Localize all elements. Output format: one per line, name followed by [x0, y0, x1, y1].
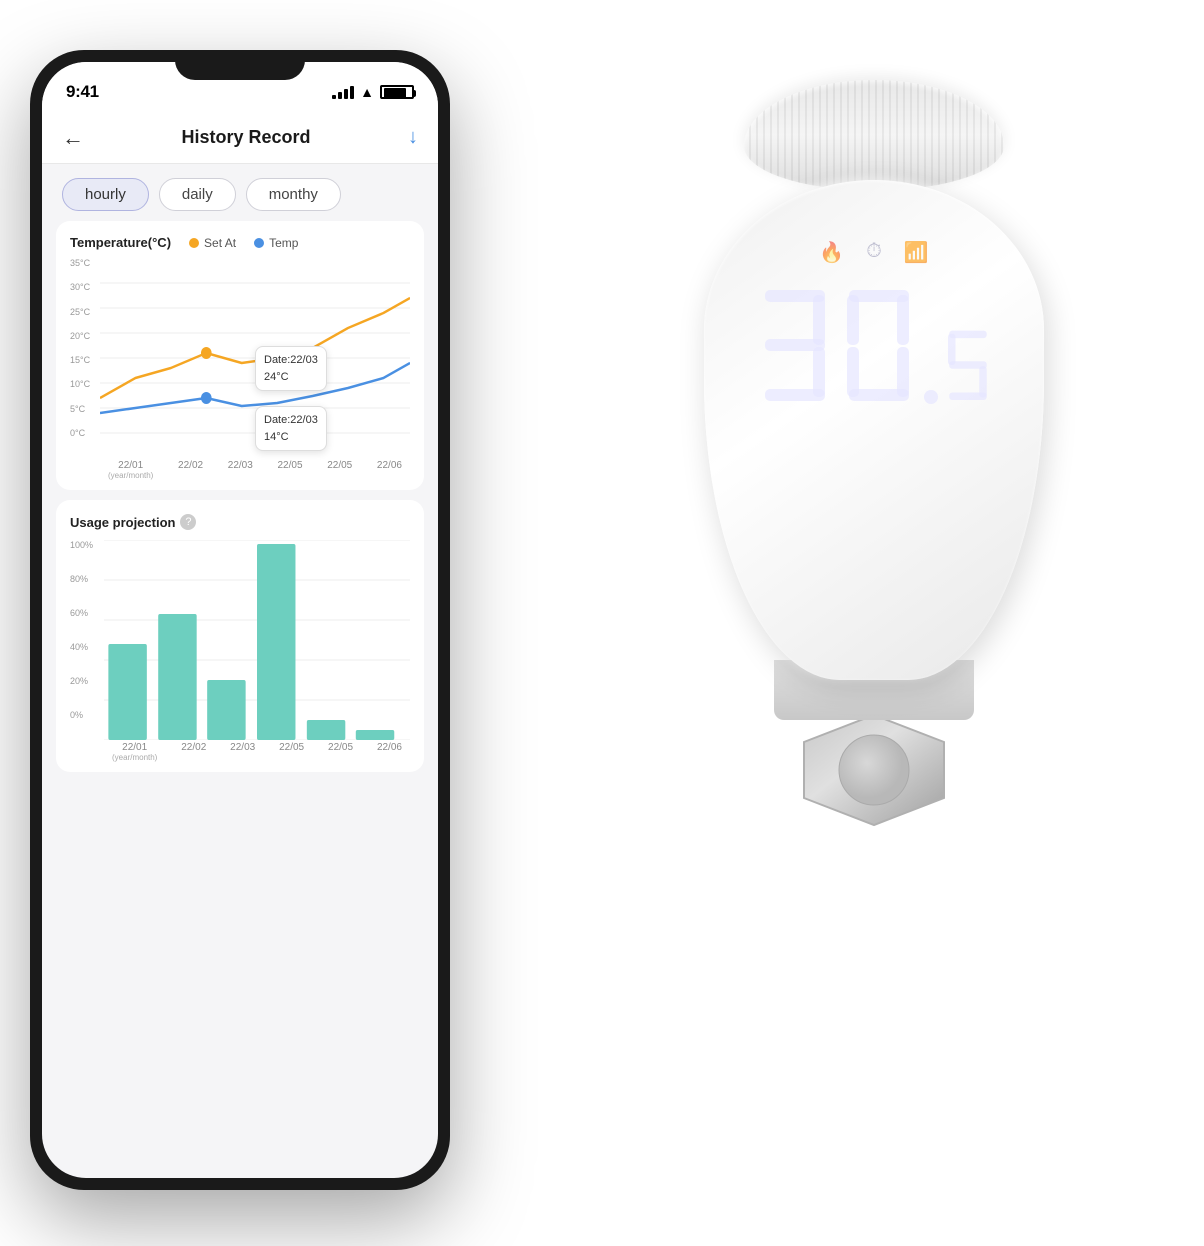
usage-x-label-2: 22/03: [230, 742, 255, 762]
bar-chart-area: 100%80%60%40%20%0%: [70, 540, 410, 740]
y-axis-labels-usage: 100%80%60%40%20%0%: [70, 540, 104, 720]
tab-monthly[interactable]: monthy: [246, 178, 341, 211]
tooltip-orange: Date:22/03 24°C: [255, 346, 327, 391]
phone: 9:41 ▲ ← His: [30, 50, 450, 1190]
legend-set-at: Set At: [189, 236, 236, 250]
thermostat-top-knob: [744, 80, 1004, 190]
usage-bar-svg: [104, 540, 410, 740]
app-header: ← History Record ↓: [42, 112, 438, 164]
notch: [175, 50, 305, 80]
clock-icon: ⏱: [866, 240, 882, 265]
status-time: 9:41: [66, 82, 99, 102]
chart-title: Temperature(°C): [70, 235, 171, 250]
orange-data-point: [201, 347, 212, 359]
digit-5-small: [943, 325, 993, 405]
hex-svg: [784, 710, 964, 830]
x-axis-labels-temp: 22/01 (year/month) 22/02 22/03 22/05 22/…: [100, 458, 410, 480]
usage-x-label-5: 22/06: [377, 742, 402, 762]
tooltip-blue: Date:22/03 14°C: [255, 406, 327, 451]
bar-4: [307, 720, 345, 740]
x-label-3: 22/05: [277, 460, 302, 480]
lcd-display: [755, 285, 993, 421]
x-label-0: 22/01 (year/month): [108, 460, 153, 480]
tooltip-blue-line1: Date:22/03: [264, 412, 318, 429]
x-axis-labels-usage: 22/01 (year/month) 22/02 22/03 22/05 22/…: [104, 740, 410, 762]
thermostat-device: 🔥 ⏱ 📶: [604, 80, 1144, 1160]
usage-x-label-0: 22/01 (year/month): [112, 742, 157, 762]
x-label-5: 22/06: [377, 460, 402, 480]
legend-temp-label: Temp: [269, 236, 298, 250]
download-button[interactable]: ↓: [408, 126, 418, 149]
signal-icon: [332, 86, 354, 99]
x-label-2: 22/03: [228, 460, 253, 480]
tabs-row: hourly daily monthy: [42, 164, 438, 221]
tab-hourly[interactable]: hourly: [62, 178, 149, 211]
scene: 9:41 ▲ ← His: [0, 0, 1204, 1246]
digit-0: [839, 285, 919, 405]
phone-screen: 9:41 ▲ ← His: [42, 62, 438, 1178]
device-icons-row: 🔥 ⏱ 📶: [819, 240, 928, 265]
bar-0: [108, 644, 146, 740]
chart-legend: Temperature(°C) Set At Temp: [70, 235, 410, 250]
knob-ridges: [744, 80, 1004, 190]
page-title: History Record: [181, 127, 310, 148]
bar-1: [158, 614, 196, 740]
legend-dot-blue: [254, 238, 264, 248]
y-axis-labels: 35°C30°C25°C20°C15°C10°C5°C0°C: [70, 258, 100, 438]
back-button[interactable]: ←: [62, 125, 84, 151]
tooltip-orange-line2: 24°C: [264, 369, 318, 386]
wifi-icon: ▲: [360, 84, 374, 100]
bar-3: [257, 544, 295, 740]
digit-dot: [923, 389, 939, 405]
tooltip-blue-line2: 14°C: [264, 429, 318, 446]
question-mark-icon[interactable]: ?: [180, 514, 196, 530]
digit-3: [755, 285, 835, 405]
usage-chart-section: Usage projection ? 100%80%60%40%20%0%: [56, 500, 424, 772]
status-icons: ▲: [332, 84, 414, 100]
bar-5: [356, 730, 394, 740]
usage-x-label-1: 22/02: [181, 742, 206, 762]
temperature-chart-section: Temperature(°C) Set At Temp 35°C30°C25°C…: [56, 221, 424, 490]
usage-x-label-4: 22/05: [328, 742, 353, 762]
usage-title-row: Usage projection ?: [70, 514, 410, 530]
battery-icon: [380, 85, 414, 99]
tab-daily[interactable]: daily: [159, 178, 236, 211]
fire-icon: 🔥: [819, 240, 844, 265]
bar-2: [207, 680, 245, 740]
usage-x-label-3: 22/05: [279, 742, 304, 762]
thermostat-hex-base: [784, 710, 964, 830]
usage-title: Usage projection: [70, 515, 175, 530]
legend-temp: Temp: [254, 236, 298, 250]
legend-dot-orange: [189, 238, 199, 248]
legend-set-at-label: Set At: [204, 236, 236, 250]
temperature-chart-area: 35°C30°C25°C20°C15°C10°C5°C0°C: [70, 258, 410, 458]
wifi-device-icon: 📶: [904, 240, 929, 265]
blue-data-point: [201, 392, 212, 404]
tooltip-orange-line1: Date:22/03: [264, 352, 318, 369]
thermostat-body: 🔥 ⏱ 📶: [704, 180, 1044, 680]
x-label-1: 22/02: [178, 460, 203, 480]
x-label-4: 22/05: [327, 460, 352, 480]
